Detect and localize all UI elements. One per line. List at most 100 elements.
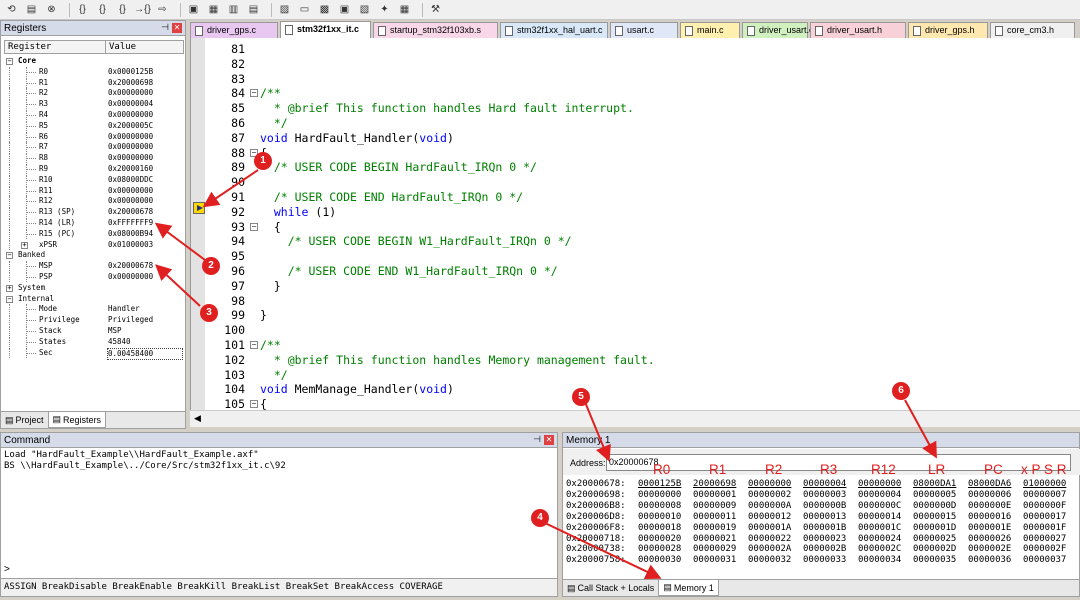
panel-tab[interactable]: ▤ Registers [47,412,107,428]
memory-grid[interactable]: 0x20000678: 0000125B 20000698 00000000 00000… [566,479,1078,566]
memory-word[interactable]: 00000008 [638,501,693,512]
memory-word[interactable]: 00000004 [803,479,858,490]
memory-word[interactable]: 00000021 [693,534,748,545]
memory-word[interactable]: 00000026 [968,534,1023,545]
register-row[interactable]: MSP 0x20000678 [4,261,184,272]
register-row[interactable]: R3 0x00000004 [4,99,184,110]
code-line[interactable]: 95 [205,249,1080,264]
memory-word[interactable]: 0000001C [858,523,913,534]
code-line[interactable]: 86 */ [205,116,1080,131]
register-value[interactable]: 0x00000000 [108,272,153,283]
register-value[interactable]: 0x00000000 [108,196,153,207]
code-line[interactable]: 94 /* USER CODE BEGIN W1_HardFault_IRQn … [205,234,1080,249]
analysis-icon[interactable]: ▧ [357,3,372,17]
panel-tab[interactable]: ▤ Call Stack + Locals [563,580,658,596]
register-value[interactable]: 0x00000000 [108,153,153,164]
toolbox-icon[interactable]: ⚒ [428,3,443,17]
register-value[interactable]: 0.00458400 [107,347,183,361]
register-row[interactable]: R15 (PC) 0x08000B94 [4,228,184,240]
register-value[interactable]: 0x08000B94 [108,229,153,240]
memory-word[interactable]: 0000000F [1023,501,1078,512]
memory-word[interactable]: 0000000E [968,501,1023,512]
memory-word[interactable]: 00000004 [858,490,913,501]
memory-word[interactable]: 0000001B [803,523,858,534]
register-value[interactable]: Handler [108,304,140,315]
memory-word[interactable]: 0000001E [968,523,1023,534]
memory-word[interactable]: 00000020 [638,534,693,545]
register-value[interactable]: 0x20000678 [108,207,153,218]
pin-icon[interactable]: ⊣ [161,22,169,33]
fold-collapse-icon[interactable]: − [250,222,258,231]
memory-word[interactable]: 0000000C [858,501,913,512]
register-value[interactable]: 0xFFFFFFF9 [108,218,153,229]
value-column-label[interactable]: Value [106,41,136,53]
register-value[interactable]: 0x20000160 [108,164,153,175]
memory-word[interactable]: 0000001A [748,523,803,534]
memory-word[interactable]: 00000000 [748,479,803,490]
code-line[interactable]: 91 /* USER CODE END HardFault_IRQn 0 */ [205,190,1080,205]
register-row[interactable]: R0 0x0000125B [4,66,184,78]
memory-word[interactable]: 0000000A [748,501,803,512]
memory-word[interactable]: 0000002A [748,544,803,555]
run-icon[interactable]: ▤ [24,3,39,17]
memory-word[interactable]: 00000003 [803,490,858,501]
memory-word[interactable]: 0000000B [803,501,858,512]
memory-word[interactable]: 00000006 [968,490,1023,501]
register-value[interactable]: 0x00000000 [108,132,153,143]
memory-word[interactable]: 00000033 [803,555,858,566]
code-line[interactable]: 93− { [205,220,1080,235]
memory-row[interactable]: 0x20000678: 0000125B 20000698 00000000 00000… [566,479,1078,490]
register-row[interactable]: PSP 0x00000000 [4,271,184,283]
editor-tab[interactable]: main.c [680,22,740,38]
memory-word[interactable]: 00000013 [803,512,858,523]
stop-icon[interactable]: ⊗ [44,3,59,17]
register-value[interactable]: 0x00000000 [108,142,153,153]
code-line[interactable]: 102 * @brief This function handles Memor… [205,353,1080,368]
memory-word[interactable]: 00000031 [693,555,748,566]
memory-word[interactable]: 00000036 [968,555,1023,566]
register-row[interactable]: Sec 0.00458400 [4,347,184,361]
register-value[interactable]: 45840 [108,337,131,348]
fold-collapse-icon[interactable]: − [250,341,258,349]
memory-word[interactable]: 00000011 [693,512,748,523]
register-row[interactable]: − Core [4,56,184,67]
memory-word[interactable]: 00000005 [913,490,968,501]
register-row[interactable]: Stack MSP [4,325,184,337]
collapse-icon[interactable]: − [6,252,13,260]
editor-gutter[interactable] [191,38,205,410]
code-line[interactable]: 81 [205,42,1080,57]
memory-row[interactable]: 0x200006B8: 00000008 00000009 0000000A 00000… [566,501,1078,512]
memory-word[interactable]: 00000035 [913,555,968,566]
memory-word[interactable]: 0000002C [858,544,913,555]
memory-word[interactable]: 00000028 [638,544,693,555]
scroll-left-icon[interactable]: ◀ [194,413,201,424]
register-row[interactable]: R1 0x20000698 [4,77,184,89]
pin-icon[interactable]: ⊣ [533,434,541,445]
code-line[interactable]: 88−{ [205,146,1080,161]
code-editor[interactable]: 81 82 83 84−/** 85 * @brief This function ha… [190,38,1080,410]
editor-tab[interactable]: stm32f1xx_hal_uart.c [500,22,608,38]
step-out-icon[interactable]: {} [115,3,130,17]
fold-collapse-icon[interactable]: − [250,89,258,98]
memory-word[interactable]: 00000022 [748,534,803,545]
rst-icon[interactable]: ⟲ [4,3,19,17]
memory-row[interactable]: 0x20000698: 00000000 00000001 00000002 00000… [566,490,1078,501]
register-row[interactable]: Mode Handler [4,304,184,315]
memory-word[interactable]: 01000000 [1023,479,1078,490]
memory-word[interactable]: 00000018 [638,523,693,534]
editor-tab[interactable]: stm32f1xx_it.c [280,21,371,38]
memory-word[interactable]: 0000000D [913,501,968,512]
memory-word[interactable]: 00000037 [1023,555,1078,566]
memory-word[interactable]: 0000002E [968,544,1023,555]
editor-tab[interactable]: core_cm3.h [990,22,1075,38]
editor-tab[interactable]: startup_stm32f103xb.s [373,22,498,38]
memory-row[interactable]: 0x20000758: 00000030 00000031 00000032 00000… [566,555,1078,566]
memory-word[interactable]: 00000025 [913,534,968,545]
symbols-icon[interactable]: ▥ [226,3,241,17]
memory-word[interactable]: 00000015 [913,512,968,523]
collapse-icon[interactable]: − [6,295,13,303]
code-line[interactable]: 105−{ [205,397,1080,410]
memory-word[interactable]: 0000002F [1023,544,1078,555]
register-value[interactable]: 0x00000004 [108,99,153,110]
register-row[interactable]: R2 0x00000000 [4,88,184,99]
